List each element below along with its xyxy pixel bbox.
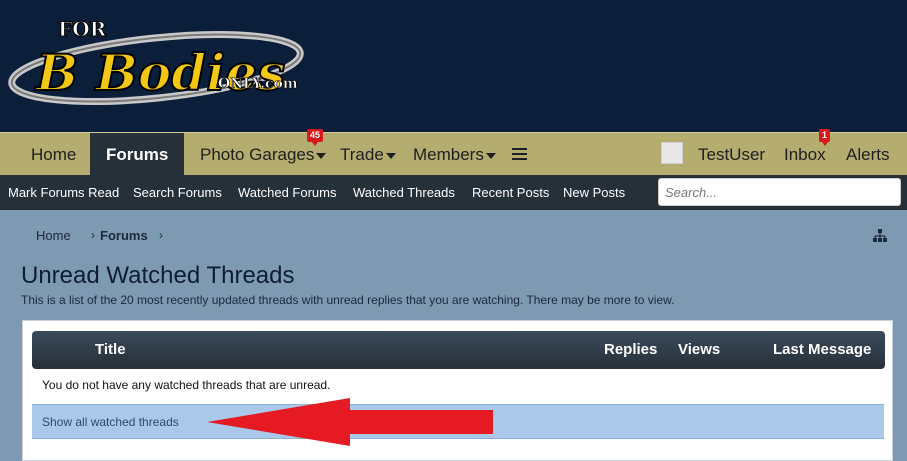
column-last-message[interactable]: Last Message	[773, 331, 871, 369]
chevron-down-icon	[485, 152, 496, 159]
breadcrumb-forums[interactable]: Forums	[100, 228, 148, 243]
svg-text:B Bodies: B Bodies	[34, 43, 285, 102]
table-header: Title Replies Views Last Message	[32, 331, 885, 369]
subnav-watched-threads[interactable]: Watched Threads	[353, 175, 455, 210]
menu-icon[interactable]	[512, 148, 527, 160]
breadcrumb-home[interactable]: Home	[36, 228, 71, 243]
subnav-recent-posts[interactable]: Recent Posts	[472, 175, 549, 210]
site-header: FOR B Bodies ONLY.com	[0, 0, 907, 132]
nav-alerts[interactable]: Alerts	[846, 133, 889, 176]
nav-trade[interactable]: Trade	[340, 133, 396, 176]
page-description: This is a list of the 20 most recently u…	[21, 293, 675, 307]
nav-user[interactable]: TestUser	[698, 133, 765, 176]
nav-members-label: Members	[413, 145, 484, 164]
breadcrumb-separator: ›	[159, 228, 163, 242]
nav-home[interactable]: Home	[31, 133, 76, 176]
sitemap-icon[interactable]	[872, 228, 888, 244]
nav-photo-garages-label: Photo Garages	[200, 145, 315, 164]
page-title: Unread Watched Threads	[21, 262, 295, 289]
search-input[interactable]	[658, 178, 901, 206]
empty-message: You do not have any watched threads that…	[42, 378, 331, 392]
column-title[interactable]: Title	[95, 331, 126, 369]
subnav-search-forums[interactable]: Search Forums	[133, 175, 222, 210]
main-nav: Home Forums Photo Garages Trade Members …	[0, 132, 907, 176]
nav-forums[interactable]: Forums	[90, 133, 185, 176]
nav-members[interactable]: Members	[413, 133, 496, 176]
inbox-badge: 1	[819, 129, 831, 146]
chevron-down-icon	[385, 152, 396, 159]
svg-text:ONLY.com: ONLY.com	[218, 76, 298, 92]
subnav-mark-forums-read[interactable]: Mark Forums Read	[8, 175, 119, 210]
site-logo[interactable]: FOR B Bodies ONLY.com	[6, 10, 306, 110]
column-views[interactable]: Views	[678, 331, 720, 369]
avatar[interactable]	[661, 142, 683, 164]
breadcrumb-separator: ›	[91, 228, 95, 242]
column-replies[interactable]: Replies	[604, 331, 657, 369]
red-arrow-annotation	[207, 398, 493, 446]
photo-garages-badge: 45	[307, 129, 324, 146]
svg-text:FOR: FOR	[58, 17, 107, 41]
nav-trade-label: Trade	[340, 145, 384, 164]
chevron-down-icon	[316, 152, 327, 159]
subnav-new-posts[interactable]: New Posts	[563, 175, 625, 210]
show-all-watched-threads-link[interactable]: Show all watched threads	[42, 405, 179, 439]
subnav-watched-forums[interactable]: Watched Forums	[238, 175, 337, 210]
